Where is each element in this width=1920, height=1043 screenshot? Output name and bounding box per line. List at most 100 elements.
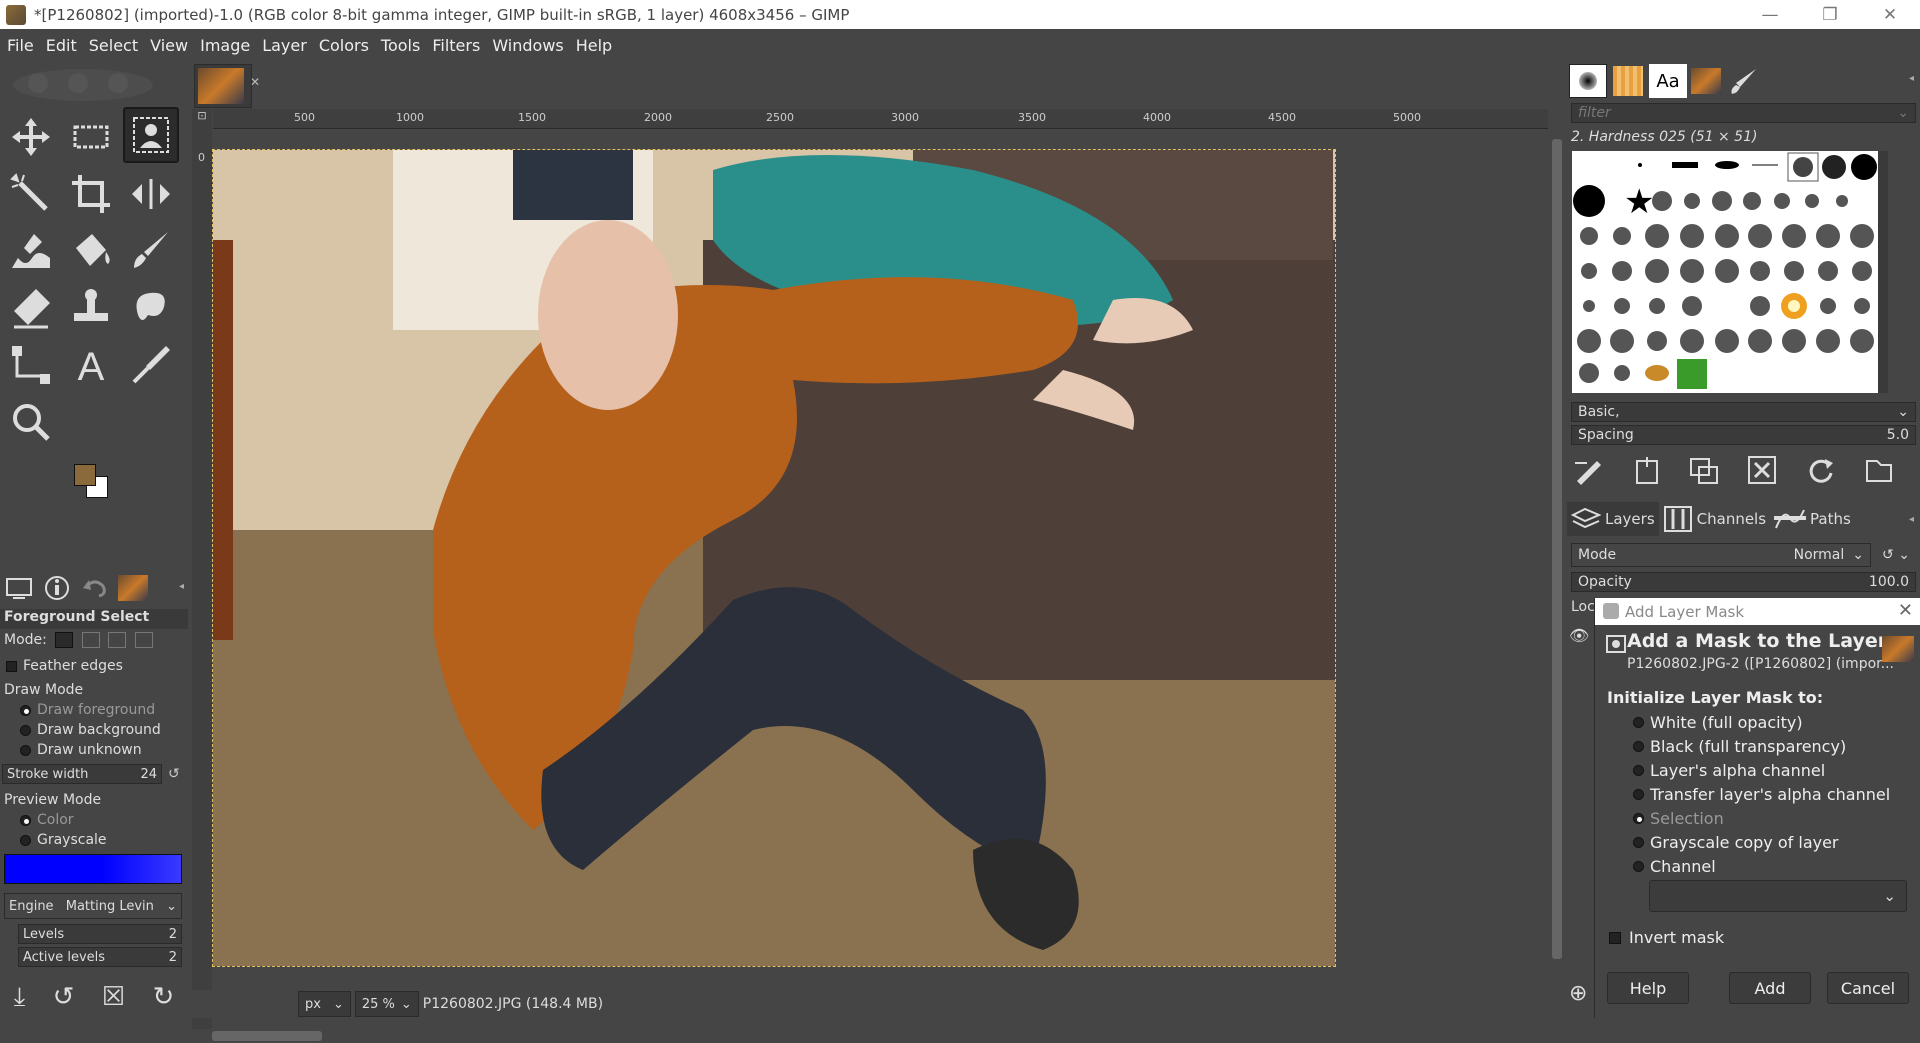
help-button[interactable]: Help — [1607, 972, 1689, 1004]
tab-paint-dynamics[interactable] — [1725, 64, 1763, 98]
foreground-color-swatch-top[interactable] — [74, 464, 96, 486]
move-tool[interactable] — [3, 109, 59, 165]
paintbrush-tool[interactable] — [123, 223, 179, 279]
opacity-spinner[interactable]: Opacity 100.0 — [1571, 572, 1916, 592]
channel-dropdown[interactable]: ⌄ — [1649, 880, 1907, 912]
image-canvas[interactable] — [212, 149, 1336, 967]
bucket-fill-tool[interactable] — [63, 223, 119, 279]
new-brush-button[interactable] — [1627, 451, 1665, 489]
menu-select[interactable]: Select — [82, 36, 143, 55]
draw-unknown-radio[interactable]: Draw unknown — [0, 742, 188, 758]
menu-view[interactable]: View — [143, 36, 193, 55]
feather-edges-row[interactable]: Feather edges — [0, 658, 188, 674]
brush-spacing-spinner[interactable]: Spacing 5.0 — [1571, 425, 1916, 445]
layer-visibility-icon[interactable]: 👁 — [1569, 626, 1593, 650]
close-tab-icon[interactable]: ✕ — [250, 75, 260, 89]
tab-layers[interactable]: Layers — [1567, 502, 1659, 536]
option-transfer-alpha[interactable]: Transfer layer's alpha channel — [1633, 785, 1890, 804]
reset-options-icon[interactable]: ↻ — [152, 982, 174, 1012]
cancel-button[interactable]: Cancel — [1827, 972, 1909, 1004]
rect-select-tool[interactable] — [63, 109, 119, 165]
stroke-width-spinner[interactable]: Stroke width 24 — [2, 764, 162, 784]
option-white[interactable]: White (full opacity) — [1633, 713, 1803, 732]
levels-spinner[interactable]: Levels 2 — [18, 924, 182, 944]
draw-foreground-radio[interactable]: Draw foreground — [0, 702, 188, 718]
vertical-scrollbar-thumb[interactable] — [1552, 139, 1562, 959]
color-picker-tool[interactable] — [123, 337, 179, 393]
restore-preset-icon[interactable]: ↺ — [53, 982, 75, 1012]
active-levels-spinner[interactable]: Active levels 2 — [18, 947, 182, 967]
mode-replace-icon[interactable] — [55, 632, 74, 648]
tab-images-dock[interactable] — [1687, 64, 1725, 98]
engine-dropdown[interactable]: Engine Matting Levin ⌄ — [4, 893, 182, 919]
menu-help[interactable]: Help — [569, 36, 617, 55]
mode-add-icon[interactable] — [81, 632, 100, 648]
layer-mode-dropdown[interactable]: Mode Normal ⌄ — [1571, 543, 1871, 567]
option-grayscale-copy[interactable]: Grayscale copy of layer — [1633, 833, 1839, 852]
menu-windows[interactable]: Windows — [485, 36, 568, 55]
option-black[interactable]: Black (full transparency) — [1633, 737, 1846, 756]
foreground-select-tool[interactable] — [123, 107, 179, 163]
vertical-ruler[interactable]: 0 — [192, 129, 212, 1029]
tab-fonts[interactable]: Aa — [1649, 64, 1687, 98]
horizontal-scrollbar[interactable] — [212, 1029, 1548, 1043]
new-layer-icon[interactable]: ⊕ — [1569, 981, 1593, 1017]
add-button[interactable]: Add — [1729, 972, 1811, 1004]
layer-mode-switch[interactable]: ↺ ⌄ — [1875, 543, 1917, 567]
mask-color-swatch[interactable] — [4, 854, 182, 884]
mode-subtract-icon[interactable] — [108, 632, 127, 648]
refresh-brushes-button[interactable] — [1801, 451, 1839, 489]
delete-brush-button[interactable] — [1743, 451, 1781, 489]
option-channel[interactable]: Channel — [1633, 857, 1716, 876]
zoom-selector[interactable]: 25 % ⌄ — [354, 991, 419, 1017]
fuzzy-select-tool[interactable] — [3, 166, 59, 222]
mode-intersect-icon[interactable] — [134, 632, 153, 648]
dialog-close-button[interactable]: ✕ — [1898, 600, 1913, 621]
panel-menu-icon[interactable]: ◂ — [179, 581, 184, 592]
brush-filter-input[interactable]: filter ⌄ — [1571, 103, 1916, 123]
horizontal-ruler[interactable]: 500 1000 1500 2000 2500 3000 3500 4000 4… — [213, 109, 1548, 129]
tab-paths[interactable]: Paths — [1770, 502, 1855, 536]
tab-brushes[interactable] — [1569, 64, 1607, 98]
zoom-tool[interactable] — [3, 394, 59, 450]
minimize-button[interactable]: — — [1740, 0, 1800, 29]
crop-tool[interactable] — [63, 166, 119, 222]
text-tool[interactable]: A — [63, 337, 119, 393]
tab-channels[interactable]: Channels — [1659, 502, 1770, 536]
tab-images[interactable] — [114, 571, 152, 605]
brush-grid-scrollbar[interactable] — [1878, 151, 1888, 393]
unit-selector[interactable]: px ⌄ — [298, 991, 351, 1017]
option-alpha[interactable]: Layer's alpha channel — [1633, 761, 1825, 780]
ruler-corner[interactable]: ⊡ — [192, 109, 212, 129]
invert-mask-checkbox[interactable]: Invert mask — [1609, 928, 1724, 947]
save-preset-icon[interactable]: ⤓ — [14, 982, 26, 1013]
duplicate-brush-button[interactable] — [1685, 451, 1723, 489]
option-selection[interactable]: Selection — [1633, 809, 1724, 828]
warp-transform-tool[interactable] — [3, 223, 59, 279]
tab-tool-options[interactable] — [0, 571, 38, 605]
layers-dock-menu-icon[interactable]: ◂ — [1909, 514, 1914, 525]
brush-grid[interactable]: ★ — [1572, 151, 1878, 393]
preview-grayscale-radio[interactable]: Grayscale — [0, 832, 188, 848]
smudge-tool[interactable] — [123, 280, 179, 336]
edit-brush-button[interactable] — [1569, 451, 1607, 489]
open-brush-button[interactable] — [1859, 451, 1897, 489]
image-tab[interactable] — [194, 64, 252, 108]
clone-tool[interactable] — [63, 280, 119, 336]
close-window-button[interactable]: ✕ — [1860, 0, 1920, 29]
brush-tag-input[interactable]: Basic, ⌄ — [1571, 402, 1916, 422]
paths-tool[interactable] — [3, 337, 59, 393]
vertical-scrollbar[interactable] — [1548, 109, 1567, 1029]
menu-file[interactable]: File — [0, 36, 39, 55]
horizontal-scrollbar-thumb[interactable] — [212, 1031, 322, 1041]
delete-preset-icon[interactable]: ☒ — [102, 982, 125, 1012]
flip-tool[interactable] — [123, 166, 179, 222]
feather-edges-checkbox[interactable] — [6, 660, 17, 672]
dock-menu-icon[interactable]: ◂ — [1909, 73, 1914, 84]
tab-undo-history[interactable] — [76, 571, 114, 605]
maximize-button[interactable]: ❐ — [1800, 0, 1860, 29]
menu-edit[interactable]: Edit — [39, 36, 82, 55]
tab-patterns[interactable] — [1609, 64, 1647, 98]
menu-image[interactable]: Image — [193, 36, 255, 55]
menu-tools[interactable]: Tools — [374, 36, 425, 55]
